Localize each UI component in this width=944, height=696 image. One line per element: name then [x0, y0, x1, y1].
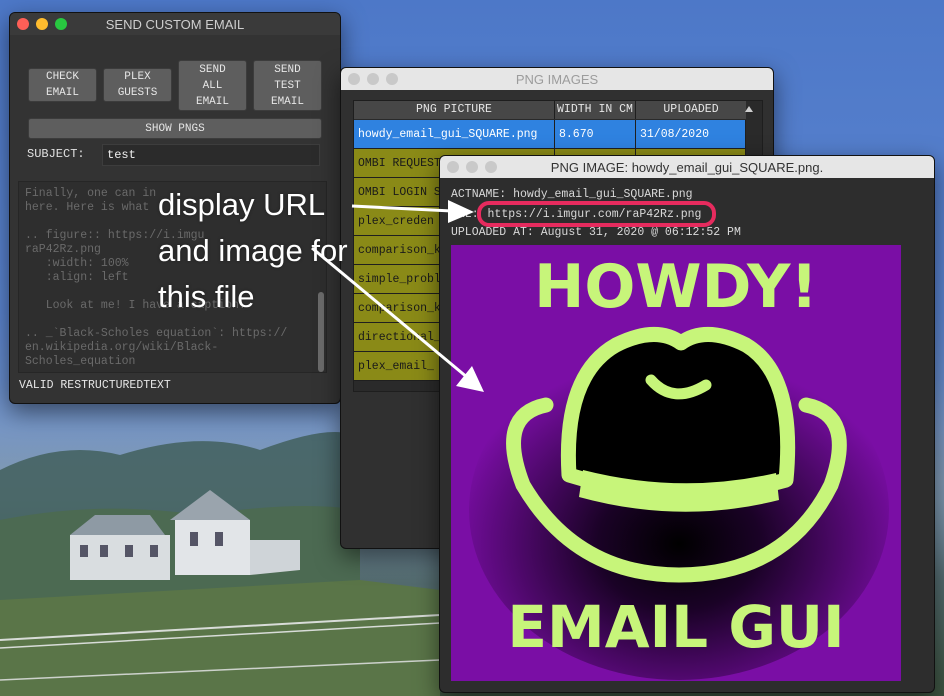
send-all-email-button[interactable]: SEND ALL EMAIL: [178, 60, 247, 111]
table-cell: 31/08/2020: [636, 120, 746, 149]
close-window-button[interactable]: [348, 73, 360, 85]
body-line: .. _`Black-Scholes equation`: https://: [25, 327, 288, 340]
minimize-window-button[interactable]: [367, 73, 379, 85]
png-image-titlebar: PNG IMAGE: howdy_email_gui_SQUARE.png.: [440, 156, 934, 178]
table-cell: howdy_email_gui_SQUARE.png: [354, 120, 555, 149]
column-header-uploaded[interactable]: UPLOADED: [636, 101, 746, 119]
plex-guests-button[interactable]: PLEX GUESTS: [103, 68, 172, 102]
zoom-window-button[interactable]: [386, 73, 398, 85]
send-test-email-button[interactable]: SEND TEST EMAIL: [253, 60, 322, 111]
image-top-text: HOWDY!: [534, 252, 818, 322]
url-highlight-box: [477, 201, 716, 227]
png-images-titlebar: PNG IMAGES: [341, 68, 773, 90]
minimize-window-button[interactable]: [466, 161, 478, 173]
window-title: SEND CUSTOM EMAIL: [105, 16, 245, 32]
close-window-button[interactable]: [17, 18, 29, 30]
window-title: PNG IMAGES: [515, 71, 599, 87]
check-email-button[interactable]: CHECK EMAIL: [28, 68, 97, 102]
annotation-line: and image for: [158, 233, 348, 268]
png-image-window: PNG IMAGE: howdy_email_gui_SQUARE.png. A…: [439, 155, 935, 693]
howdy-graphic: HOWDY! EMAIL GUI: [451, 245, 901, 681]
table-cell: 8.670: [555, 120, 636, 149]
window-title: PNG IMAGE: howdy_email_gui_SQUARE.png.: [550, 159, 824, 175]
send-email-titlebar: SEND CUSTOM EMAIL: [10, 13, 340, 35]
show-pngs-button[interactable]: SHOW PNGS: [28, 118, 322, 139]
zoom-window-button[interactable]: [485, 161, 497, 173]
subject-label: SUBJECT:: [27, 147, 85, 161]
annotation-text: display URL and image for this file: [158, 182, 348, 320]
body-line: en.wikipedia.org/wiki/Black-: [25, 341, 219, 354]
close-window-button[interactable]: [447, 161, 459, 173]
body-line: Scholes_equation: [25, 355, 136, 368]
annotation-line: this file: [158, 279, 255, 314]
column-header-width[interactable]: WIDTH IN CM: [555, 101, 636, 119]
image-bottom-text: EMAIL GUI: [507, 593, 844, 661]
subject-input[interactable]: test: [102, 144, 320, 166]
column-header-png-picture[interactable]: PNG PICTURE: [354, 101, 555, 119]
sort-ascending-icon[interactable]: [745, 106, 753, 112]
howdy-image: HOWDY! EMAIL GUI: [451, 245, 901, 681]
zoom-window-button[interactable]: [55, 18, 67, 30]
uploaded-at-text: UPLOADED AT: August 31, 2020 @ 06:12:52 …: [451, 226, 741, 239]
validation-status: VALID RESTRUCTUREDTEXT: [19, 379, 171, 392]
table-row[interactable]: howdy_email_gui_SQUARE.png 8.670 31/08/202…: [354, 120, 746, 149]
hat-crown-icon: [560, 327, 796, 502]
minimize-window-button[interactable]: [36, 18, 48, 30]
annotation-line: display URL: [158, 187, 326, 222]
actname-text: ACTNAME: howdy_email_gui_SQUARE.png: [451, 188, 693, 201]
subject-value: test: [107, 148, 136, 162]
